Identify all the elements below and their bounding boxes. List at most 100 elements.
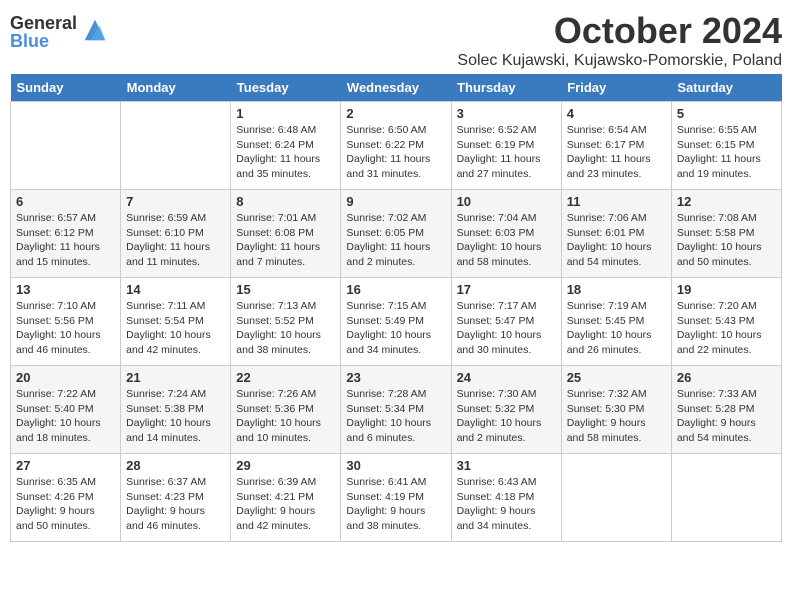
calendar-week-row: 13 Sunrise: 7:10 AM Sunset: 5:56 PM Dayli…	[11, 278, 782, 366]
day-number: 24	[457, 370, 556, 385]
calendar-cell: 15 Sunrise: 7:13 AM Sunset: 5:52 PM Dayli…	[231, 278, 341, 366]
day-info: Sunrise: 6:37 AM Sunset: 4:23 PM Dayligh…	[126, 475, 225, 534]
calendar-cell	[671, 454, 781, 542]
calendar-cell: 22Sunrise: 7:26 AM Sunset: 5:36 PM Dayli…	[231, 366, 341, 454]
day-info: Sunrise: 6:52 AM Sunset: 6:19 PM Dayligh…	[457, 123, 556, 182]
day-header-sunday: Sunday	[11, 74, 121, 102]
day-info: Sunrise: 6:50 AM Sunset: 6:22 PM Dayligh…	[346, 123, 445, 182]
calendar-week-row: 20 Sunrise: 7:22 AM Sunset: 5:40 PM Dayli…	[11, 366, 782, 454]
calendar-cell	[121, 102, 231, 190]
day-header-monday: Monday	[121, 74, 231, 102]
calendar-week-row: 1 Sunrise: 6:48 AM Sunset: 6:24 PM Daylig…	[11, 102, 782, 190]
calendar-table: SundayMondayTuesdayWednesdayThursdayFrid…	[10, 74, 782, 542]
day-header-thursday: Thursday	[451, 74, 561, 102]
calendar-cell: 25 Sunrise: 7:32 AM Sunset: 5:30 PM Dayli…	[561, 366, 671, 454]
calendar-cell: 6Sunrise: 6:57 AM Sunset: 6:12 PM Daylig…	[11, 190, 121, 278]
day-info: Sunrise: 7:19 AM Sunset: 5:45 PM Dayligh…	[567, 299, 666, 358]
day-number: 7	[126, 194, 225, 209]
calendar-cell: 31 Sunrise: 6:43 AM Sunset: 4:18 PM Dayli…	[451, 454, 561, 542]
day-number: 12	[677, 194, 776, 209]
day-info: Sunrise: 7:33 AM Sunset: 5:28 PM Dayligh…	[677, 387, 776, 446]
day-number: 27	[16, 458, 115, 473]
day-info: Sunrise: 7:13 AM Sunset: 5:52 PM Dayligh…	[236, 299, 335, 358]
day-number: 14	[126, 282, 225, 297]
day-number: 3	[457, 106, 556, 121]
day-number: 4	[567, 106, 666, 121]
day-info: Sunrise: 6:59 AM Sunset: 6:10 PM Dayligh…	[126, 211, 225, 270]
day-info: Sunrise: 6:55 AM Sunset: 6:15 PM Dayligh…	[677, 123, 776, 182]
day-number: 5	[677, 106, 776, 121]
day-number: 25	[567, 370, 666, 385]
logo-general-text: General	[10, 14, 77, 32]
calendar-cell	[11, 102, 121, 190]
day-number: 28	[126, 458, 225, 473]
day-header-saturday: Saturday	[671, 74, 781, 102]
calendar-cell: 1 Sunrise: 6:48 AM Sunset: 6:24 PM Daylig…	[231, 102, 341, 190]
day-number: 1	[236, 106, 335, 121]
calendar-cell: 20 Sunrise: 7:22 AM Sunset: 5:40 PM Dayli…	[11, 366, 121, 454]
day-info: Sunrise: 6:39 AM Sunset: 4:21 PM Dayligh…	[236, 475, 335, 534]
calendar-cell: 10Sunrise: 7:04 AM Sunset: 6:03 PM Dayli…	[451, 190, 561, 278]
day-info: Sunrise: 7:22 AM Sunset: 5:40 PM Dayligh…	[16, 387, 115, 446]
calendar-cell: 16Sunrise: 7:15 AM Sunset: 5:49 PM Dayli…	[341, 278, 451, 366]
calendar-cell: 12 Sunrise: 7:08 AM Sunset: 5:58 PM Dayli…	[671, 190, 781, 278]
day-info: Sunrise: 7:10 AM Sunset: 5:56 PM Dayligh…	[16, 299, 115, 358]
calendar-header-row: SundayMondayTuesdayWednesdayThursdayFrid…	[11, 74, 782, 102]
calendar-cell: 9 Sunrise: 7:02 AM Sunset: 6:05 PM Daylig…	[341, 190, 451, 278]
day-info: Sunrise: 7:06 AM Sunset: 6:01 PM Dayligh…	[567, 211, 666, 270]
day-number: 30	[346, 458, 445, 473]
day-header-tuesday: Tuesday	[231, 74, 341, 102]
calendar-week-row: 27 Sunrise: 6:35 AM Sunset: 4:26 PM Dayli…	[11, 454, 782, 542]
day-info: Sunrise: 7:11 AM Sunset: 5:54 PM Dayligh…	[126, 299, 225, 358]
day-info: Sunrise: 6:54 AM Sunset: 6:17 PM Dayligh…	[567, 123, 666, 182]
day-info: Sunrise: 7:24 AM Sunset: 5:38 PM Dayligh…	[126, 387, 225, 446]
calendar-cell: 26 Sunrise: 7:33 AM Sunset: 5:28 PM Dayli…	[671, 366, 781, 454]
day-info: Sunrise: 7:15 AM Sunset: 5:49 PM Dayligh…	[346, 299, 445, 358]
calendar-cell: 7 Sunrise: 6:59 AM Sunset: 6:10 PM Daylig…	[121, 190, 231, 278]
day-number: 10	[457, 194, 556, 209]
day-number: 9	[346, 194, 445, 209]
day-info: Sunrise: 6:35 AM Sunset: 4:26 PM Dayligh…	[16, 475, 115, 534]
day-info: Sunrise: 7:26 AM Sunset: 5:36 PM Dayligh…	[236, 387, 335, 446]
calendar-cell: 23 Sunrise: 7:28 AM Sunset: 5:34 PM Dayli…	[341, 366, 451, 454]
calendar-cell: 3 Sunrise: 6:52 AM Sunset: 6:19 PM Daylig…	[451, 102, 561, 190]
day-number: 20	[16, 370, 115, 385]
calendar-cell: 8Sunrise: 7:01 AM Sunset: 6:08 PM Daylig…	[231, 190, 341, 278]
day-info: Sunrise: 6:43 AM Sunset: 4:18 PM Dayligh…	[457, 475, 556, 534]
day-number: 26	[677, 370, 776, 385]
day-info: Sunrise: 7:02 AM Sunset: 6:05 PM Dayligh…	[346, 211, 445, 270]
calendar-cell: 24 Sunrise: 7:30 AM Sunset: 5:32 PM Dayli…	[451, 366, 561, 454]
day-number: 23	[346, 370, 445, 385]
day-info: Sunrise: 7:32 AM Sunset: 5:30 PM Dayligh…	[567, 387, 666, 446]
day-number: 13	[16, 282, 115, 297]
day-header-wednesday: Wednesday	[341, 74, 451, 102]
day-number: 2	[346, 106, 445, 121]
calendar-cell: 5 Sunrise: 6:55 AM Sunset: 6:15 PM Daylig…	[671, 102, 781, 190]
month-title: October 2024	[457, 10, 782, 52]
calendar-cell: 19Sunrise: 7:20 AM Sunset: 5:43 PM Dayli…	[671, 278, 781, 366]
day-number: 8	[236, 194, 335, 209]
calendar-cell: 28 Sunrise: 6:37 AM Sunset: 4:23 PM Dayli…	[121, 454, 231, 542]
calendar-cell: 14 Sunrise: 7:11 AM Sunset: 5:54 PM Dayli…	[121, 278, 231, 366]
calendar-cell: 27 Sunrise: 6:35 AM Sunset: 4:26 PM Dayli…	[11, 454, 121, 542]
day-info: Sunrise: 7:28 AM Sunset: 5:34 PM Dayligh…	[346, 387, 445, 446]
day-info: Sunrise: 6:48 AM Sunset: 6:24 PM Dayligh…	[236, 123, 335, 182]
calendar-cell: 18Sunrise: 7:19 AM Sunset: 5:45 PM Dayli…	[561, 278, 671, 366]
calendar-cell: 30 Sunrise: 6:41 AM Sunset: 4:19 PM Dayli…	[341, 454, 451, 542]
location-subtitle: Solec Kujawski, Kujawsko-Pomorskie, Pola…	[457, 52, 782, 70]
calendar-cell: 21Sunrise: 7:24 AM Sunset: 5:38 PM Dayli…	[121, 366, 231, 454]
day-info: Sunrise: 7:17 AM Sunset: 5:47 PM Dayligh…	[457, 299, 556, 358]
day-info: Sunrise: 7:30 AM Sunset: 5:32 PM Dayligh…	[457, 387, 556, 446]
day-info: Sunrise: 6:41 AM Sunset: 4:19 PM Dayligh…	[346, 475, 445, 534]
logo-blue-text: Blue	[10, 32, 77, 50]
day-info: Sunrise: 7:20 AM Sunset: 5:43 PM Dayligh…	[677, 299, 776, 358]
title-section: October 2024 Solec Kujawski, Kujawsko-Po…	[457, 10, 782, 70]
calendar-week-row: 6Sunrise: 6:57 AM Sunset: 6:12 PM Daylig…	[11, 190, 782, 278]
day-header-friday: Friday	[561, 74, 671, 102]
day-number: 31	[457, 458, 556, 473]
day-info: Sunrise: 7:08 AM Sunset: 5:58 PM Dayligh…	[677, 211, 776, 270]
day-number: 15	[236, 282, 335, 297]
calendar-cell: 4 Sunrise: 6:54 AM Sunset: 6:17 PM Daylig…	[561, 102, 671, 190]
logo: General Blue	[10, 14, 109, 50]
day-number: 11	[567, 194, 666, 209]
